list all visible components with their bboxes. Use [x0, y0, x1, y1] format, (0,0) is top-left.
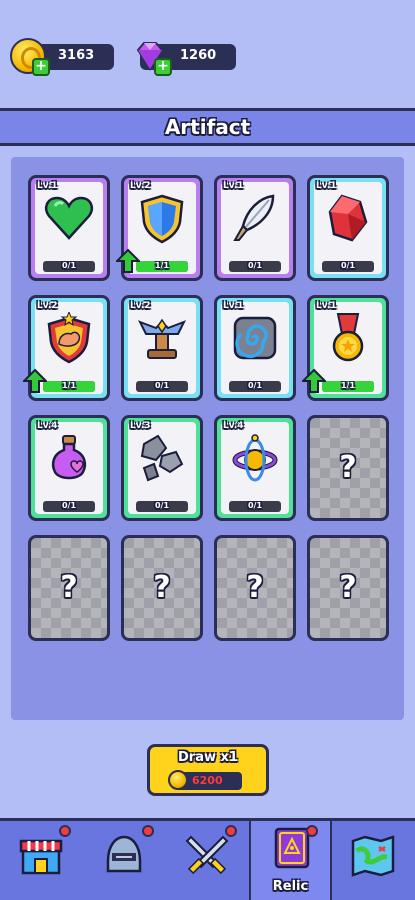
map-icon — [351, 835, 395, 877]
artifact-progress-bar: 0/1 — [229, 501, 281, 512]
draw-button[interactable]: Draw x1 6200 — [147, 744, 269, 796]
artifact-level: Lv.4 — [37, 421, 58, 431]
artifact-progress-bar: 0/1 — [43, 501, 95, 512]
locked-slot[interactable]: ? — [307, 415, 389, 521]
artifact-card[interactable]: Lv.1 0/1 — [28, 175, 110, 281]
artifact-progress-bar: 1/1 — [43, 381, 95, 392]
artifact-level: Lv.2 — [130, 181, 151, 191]
tab-relic-label: Relic — [272, 879, 309, 894]
upgrade-arrow-icon[interactable] — [116, 248, 140, 274]
artifact-level: Lv.1 — [37, 181, 58, 191]
artifact-progress-bar: 0/1 — [322, 261, 374, 272]
locked-slot-label: ? — [339, 570, 357, 605]
artifact-progress: 0/1 — [154, 501, 170, 510]
artifact-level: Lv.2 — [130, 301, 151, 311]
artifact-progress-bar: 0/1 — [43, 261, 95, 272]
add-gems-icon[interactable]: + — [154, 58, 172, 76]
strength-shield-icon — [47, 312, 91, 364]
gem-counter[interactable]: + 1260 — [136, 42, 236, 76]
artifact-card[interactable]: Lv.1 0/1 — [214, 175, 296, 281]
locked-slot-label: ? — [60, 570, 78, 605]
draw-cost-value: 6200 — [192, 774, 223, 787]
artifact-card[interactable]: Lv.1 0/1 — [214, 295, 296, 401]
add-gold-icon[interactable]: + — [32, 58, 50, 76]
tab-relic[interactable]: Relic — [249, 821, 332, 900]
notification-badge — [225, 825, 237, 837]
artifact-progress-bar: 1/1 — [322, 381, 374, 392]
artifact-level: Lv.1 — [223, 181, 244, 191]
artifact-progress: 0/1 — [247, 501, 263, 510]
artifact-card[interactable]: Lv.4 0/1 — [214, 415, 296, 521]
blue-shield-icon — [140, 194, 184, 244]
draw-button-label: Draw x1 — [178, 750, 238, 765]
artifact-grid: Lv.1 0/1 Lv.2 1/1 Lv.1 0/1 Lv.1 0/1 Lv.2… — [11, 157, 404, 720]
artifact-card[interactable]: Lv.2 0/1 — [121, 295, 203, 401]
artifact-card[interactable]: Lv.3 0/1 — [121, 415, 203, 521]
artifact-progress: 1/1 — [340, 381, 356, 390]
locked-slot[interactable]: ? — [214, 535, 296, 641]
feather-quill-icon — [233, 194, 275, 241]
artifact-card[interactable]: Lv.1 0/1 — [307, 175, 389, 281]
artifact-progress: 0/1 — [247, 381, 263, 390]
artifact-card[interactable]: Lv.1 1/1 — [302, 295, 389, 401]
tab-hero[interactable] — [83, 821, 166, 900]
draw-cost: 6200 — [168, 770, 242, 790]
rocks-icon — [140, 434, 184, 482]
artifact-card[interactable]: Lv.2 1/1 — [116, 175, 203, 281]
potion-icon — [51, 435, 87, 480]
currency-bar: + 3163 + 1260 — [0, 0, 415, 108]
gyroscope-orb-icon — [232, 434, 278, 482]
artifact-card[interactable]: Lv.2 1/1 — [23, 295, 110, 401]
locked-slot[interactable]: ? — [121, 535, 203, 641]
artifact-progress-bar: 0/1 — [136, 501, 188, 512]
artifact-progress: 0/1 — [247, 261, 263, 270]
artifact-progress-bar: 1/1 — [136, 261, 188, 272]
tab-shop[interactable] — [0, 821, 83, 900]
artifact-progress: 0/1 — [154, 381, 170, 390]
notification-badge — [59, 825, 71, 837]
artifact-level: Lv.1 — [316, 301, 337, 311]
artifact-progress-bar: 0/1 — [229, 381, 281, 392]
artifact-progress-bar: 0/1 — [136, 381, 188, 392]
green-heart-icon — [45, 196, 93, 240]
locked-slot-label: ? — [246, 570, 264, 605]
artifact-progress: 1/1 — [154, 261, 170, 270]
artifact-card[interactable]: Lv.4 0/1 — [28, 415, 110, 521]
tab-battle[interactable] — [166, 821, 249, 900]
tab-map[interactable] — [332, 821, 415, 900]
locked-slot[interactable]: ? — [307, 535, 389, 641]
notification-badge — [142, 825, 154, 837]
locked-slot-label: ? — [153, 570, 171, 605]
artifact-level: Lv.3 — [130, 421, 151, 431]
artifact-level: Lv.1 — [223, 301, 244, 311]
locked-slot-label: ? — [339, 450, 357, 485]
winged-pedestal-icon — [137, 318, 187, 359]
notification-badge — [306, 825, 318, 837]
artifact-progress: 0/1 — [61, 261, 77, 270]
spiral-stone-icon — [233, 316, 277, 360]
gem-amount: 1260 — [180, 48, 217, 63]
bottom-nav: Relic — [0, 818, 415, 900]
shop-icon — [19, 839, 63, 875]
locked-slot[interactable]: ? — [28, 535, 110, 641]
gold-coin-icon — [168, 770, 188, 790]
artifact-progress-bar: 0/1 — [229, 261, 281, 272]
gold-amount: 3163 — [58, 48, 95, 63]
red-gem-icon — [328, 194, 368, 242]
artifact-level: Lv.2 — [37, 301, 58, 311]
artifact-level: Lv.1 — [316, 181, 337, 191]
page-title: Artifact — [164, 115, 251, 139]
crossed-swords-icon — [185, 835, 229, 875]
artifact-level: Lv.4 — [223, 421, 244, 431]
artifact-progress: 1/1 — [61, 381, 77, 390]
title-banner: Artifact — [0, 108, 415, 146]
gold-counter[interactable]: + 3163 — [10, 38, 114, 76]
medal-icon — [332, 313, 364, 362]
artifact-progress: 0/1 — [340, 261, 356, 270]
upgrade-arrow-icon[interactable] — [23, 368, 47, 394]
upgrade-arrow-icon[interactable] — [302, 368, 326, 394]
helmet-icon — [106, 835, 142, 873]
artifact-progress: 0/1 — [61, 501, 77, 510]
